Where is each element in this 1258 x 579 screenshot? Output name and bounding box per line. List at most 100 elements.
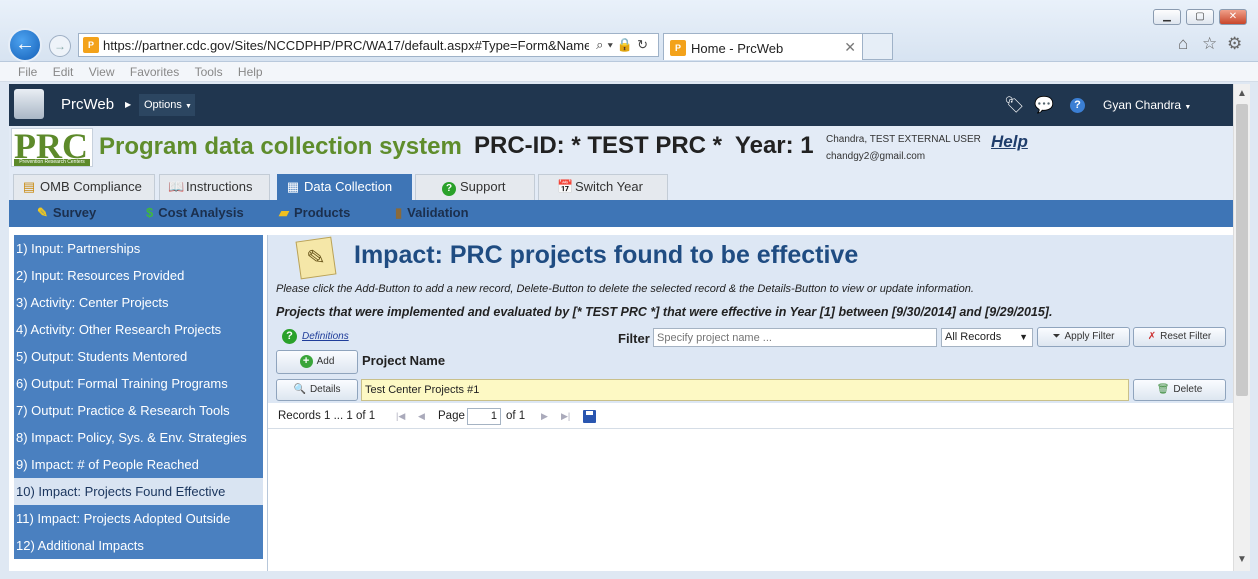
definitions-link[interactable]: Definitions — [302, 331, 349, 342]
nav-item-formal-training-programs[interactable]: 6) Output: Formal Training Programs — [14, 370, 263, 397]
page-viewport: PrcWeb ▶ Options ▼ 🏷 💬 ? Gyan Chandra ▼ … — [9, 84, 1233, 571]
dollar-icon: $ — [146, 205, 154, 220]
forward-button[interactable]: → — [49, 35, 71, 57]
nav-item-practice-research-tools[interactable]: 7) Output: Practice & Research Tools — [14, 397, 263, 424]
table-row[interactable]: Test Center Projects #1 — [361, 379, 1129, 401]
nav-item-policy-strategies[interactable]: 8) Impact: Policy, Sys. & Env. Strategie… — [14, 424, 263, 451]
pager: Records 1 ... 1 of 1 |◀ ◀ Page 1 of 1 ▶ … — [268, 403, 1233, 429]
subtab-products[interactable]: ▰ Products — [279, 205, 350, 221]
next-page-icon[interactable]: ▶ — [541, 411, 548, 422]
chat-bubbles-icon[interactable]: 💬 — [1034, 95, 1054, 115]
maximize-button[interactable]: ▢ — [1186, 9, 1214, 25]
nav-item-projects-found-effective[interactable]: 10) Impact: Projects Found Effective — [14, 478, 263, 505]
page-label: Page — [438, 410, 465, 422]
content-header: ✎ Impact: PRC projects found to be effec… — [268, 235, 1233, 403]
page-title: Impact: PRC projects found to be effecti… — [354, 241, 859, 269]
filter-input[interactable] — [653, 328, 937, 347]
save-icon[interactable] — [583, 410, 596, 423]
records-count: Records 1 ... 1 of 1 — [278, 410, 376, 422]
user-menu[interactable]: Gyan Chandra ▼ — [1103, 98, 1191, 112]
definitions-help-icon[interactable]: ? — [282, 329, 297, 344]
nav-item-students-mentored[interactable]: 5) Output: Students Mentored — [14, 343, 263, 370]
help-link[interactable]: Help — [991, 132, 1028, 152]
nav-item-center-projects[interactable]: 3) Activity: Center Projects — [14, 289, 263, 316]
page-scrollbar[interactable]: ▲ ▼ — [1233, 84, 1250, 571]
tab-label: Data Collection — [304, 179, 393, 194]
app-logo-icon[interactable] — [14, 89, 44, 119]
favorites-star-icon[interactable]: ☆ — [1202, 34, 1217, 54]
delete-button[interactable]: 🗑 Delete — [1133, 379, 1226, 401]
nav-item-other-research-projects[interactable]: 4) Activity: Other Research Projects — [14, 316, 263, 343]
prc-id-year: PRC-ID: * TEST PRC * Year: 1 — [474, 132, 814, 159]
page-number-input[interactable]: 1 — [467, 408, 501, 425]
tab-close-icon[interactable]: ✕ — [844, 39, 856, 56]
tab-switch-year[interactable]: 📅 Switch Year — [538, 174, 668, 200]
tab-label: OMB Compliance — [40, 179, 142, 194]
menu-tools[interactable]: Tools — [195, 62, 223, 82]
menu-help[interactable]: Help — [238, 62, 263, 82]
subtab-label: Survey — [52, 205, 97, 220]
settings-gear-icon[interactable]: ⚙ — [1227, 34, 1242, 54]
column-header-project-name[interactable]: Project Name — [362, 353, 445, 368]
prev-page-icon[interactable]: ◀ — [418, 411, 425, 422]
browser-tab-home[interactable]: P Home - PrcWeb ✕ — [663, 33, 863, 60]
address-bar[interactable]: P https://partner.cdc.gov/Sites/NCCDPHP/… — [78, 33, 659, 57]
nav-item-people-reached[interactable]: 9) Impact: # of People Reached — [14, 451, 263, 478]
subtab-validation[interactable]: ▮ Validation — [395, 205, 469, 221]
reset-filter-button[interactable]: ✗ Reset Filter — [1133, 327, 1226, 347]
subtab-cost-analysis[interactable]: $ Cost Analysis — [146, 205, 244, 220]
site-favicon-icon: P — [83, 37, 99, 53]
menu-view[interactable]: View — [89, 62, 115, 82]
first-page-icon[interactable]: |◀ — [396, 411, 405, 422]
tab-omb-compliance[interactable]: ▤ OMB Compliance — [13, 174, 155, 200]
back-button[interactable]: ← — [8, 28, 42, 62]
subtab-label: Validation — [407, 205, 469, 220]
menu-favorites[interactable]: Favorites — [130, 62, 179, 82]
nav-item-resources-provided[interactable]: 2) Input: Resources Provided — [14, 262, 263, 289]
scroll-up-icon[interactable]: ▲ — [1237, 88, 1247, 99]
tab-support[interactable]: ? Support — [415, 174, 535, 200]
menu-edit[interactable]: Edit — [53, 62, 74, 82]
url-text[interactable]: https://partner.cdc.gov/Sites/NCCDPHP/PR… — [103, 38, 589, 53]
projects-caption: Projects that were implemented and evalu… — [276, 305, 1053, 319]
minimize-button[interactable]: ▁ — [1153, 9, 1181, 25]
menu-file[interactable]: File — [18, 62, 37, 82]
system-title: Program data collection system — [99, 133, 462, 160]
tab-title: Home - PrcWeb — [691, 41, 784, 56]
tab-data-collection[interactable]: ▦ Data Collection — [277, 174, 412, 200]
side-nav: 1) Input: Partnerships 2) Input: Resourc… — [14, 235, 263, 559]
new-tab-button[interactable] — [863, 33, 893, 60]
home-icon[interactable]: ⌂ — [1178, 34, 1188, 54]
details-button[interactable]: 🔍 Details — [276, 379, 358, 401]
tag-icon[interactable]: 🏷 — [1004, 95, 1024, 115]
nav-item-additional-impacts[interactable]: 12) Additional Impacts — [14, 532, 263, 559]
user-name: Gyan Chandra — [1103, 98, 1182, 112]
user-email: chandgy2@gmail.com — [826, 151, 926, 162]
last-page-icon[interactable]: ▶| — [561, 411, 570, 422]
help-icon[interactable]: ? — [1070, 98, 1085, 113]
close-window-button[interactable]: ✕ — [1219, 9, 1247, 25]
tab-label: Switch Year — [575, 179, 643, 194]
scroll-down-icon[interactable]: ▼ — [1237, 554, 1247, 565]
filter-label: Filter — [618, 331, 650, 346]
add-button[interactable]: + Add — [276, 350, 358, 374]
tab-instructions[interactable]: 📖 Instructions — [159, 174, 270, 200]
records-select-value: All Records — [945, 331, 1002, 343]
scrollbar-thumb[interactable] — [1236, 104, 1248, 396]
funnel-remove-icon: ✗ — [1147, 331, 1157, 342]
instructions-text: Please click the Add-Button to add a new… — [276, 283, 974, 295]
records-select[interactable]: All Records ▼ — [941, 328, 1033, 347]
trash-icon: 🗑 — [1156, 384, 1170, 395]
details-label: Details — [309, 384, 341, 395]
address-tools-icons[interactable]: ⌕▾🔒↻ — [596, 37, 652, 53]
nav-item-projects-adopted-outside[interactable]: 11) Impact: Projects Adopted Outside — [14, 505, 263, 532]
table-icon: ▦ — [286, 179, 300, 194]
app-name[interactable]: PrcWeb — [61, 96, 114, 113]
options-menu-button[interactable]: Options ▼ — [139, 94, 195, 116]
options-label: Options — [144, 99, 182, 111]
nav-item-partnerships[interactable]: 1) Input: Partnerships — [14, 235, 263, 262]
subtab-survey[interactable]: ✎ Survey — [37, 205, 96, 221]
help-circle-icon: ? — [442, 182, 456, 196]
funnel-icon: ⏷ — [1052, 331, 1061, 342]
apply-filter-button[interactable]: ⏷ Apply Filter — [1037, 327, 1130, 347]
